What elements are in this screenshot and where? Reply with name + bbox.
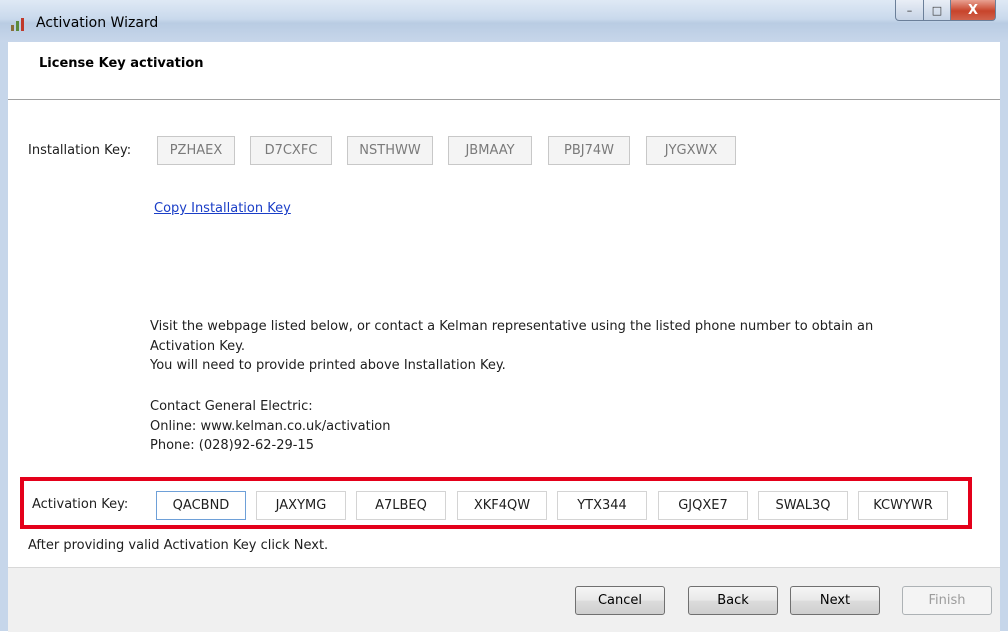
activation-key-input[interactable]: GJQXE7 [658, 491, 748, 520]
info-line: Visit the webpage listed below, or conta… [150, 319, 874, 334]
close-button[interactable]: X [951, 0, 996, 21]
installation-key-box: JYGXWX [646, 136, 736, 165]
activation-key-input[interactable]: XKF4QW [457, 491, 547, 520]
installation-key-box: PZHAEX [157, 136, 235, 165]
activation-wizard-window: Activation Wizard – □ X License Key acti… [0, 0, 1008, 632]
caption-buttons: – □ X [895, 0, 996, 22]
activation-key-input[interactable]: KCWYWR [858, 491, 948, 520]
copy-installation-key-link[interactable]: Copy Installation Key [154, 201, 291, 216]
installation-key-label: Installation Key: [28, 143, 132, 158]
activation-key-input[interactable]: YTX344 [557, 491, 647, 520]
installation-key-box: D7CXFC [250, 136, 332, 165]
wizard-footer: Cancel Back Next Finish [8, 567, 1000, 632]
activation-key-input[interactable]: QACBND [156, 491, 246, 520]
activation-key-input[interactable]: A7LBEQ [356, 491, 446, 520]
activation-key-input[interactable]: JAXYMG [256, 491, 346, 520]
window-frame-right [1000, 42, 1008, 631]
contact-online: Online: www.kelman.co.uk/activation [150, 419, 391, 434]
minimize-icon: – [906, 3, 913, 17]
installation-key-box: NSTHWW [347, 136, 433, 165]
finish-button: Finish [902, 586, 992, 615]
window-title: Activation Wizard [36, 15, 159, 31]
wizard-content: Installation Key: PZHAEX D7CXFC NSTHWW J… [8, 100, 1000, 567]
maximize-button[interactable]: □ [924, 0, 951, 21]
close-icon: X [967, 2, 979, 18]
activation-key-label: Activation Key: [32, 497, 129, 512]
info-line: Activation Key. [150, 339, 246, 354]
contact-heading: Contact General Electric: [150, 399, 313, 414]
activation-hint: After providing valid Activation Key cli… [28, 538, 329, 553]
back-button[interactable]: Back [688, 586, 778, 615]
title-bar[interactable]: Activation Wizard – □ X [0, 0, 1008, 42]
minimize-button[interactable]: – [895, 0, 924, 21]
contact-phone: Phone: (028)92-62-29-15 [150, 438, 314, 453]
page-title: License Key activation [39, 56, 204, 71]
cancel-button[interactable]: Cancel [575, 586, 665, 615]
activation-key-input[interactable]: SWAL3Q [758, 491, 848, 520]
wizard-header: License Key activation [8, 42, 1000, 100]
app-icon [11, 18, 24, 31]
maximize-icon: □ [931, 3, 943, 17]
info-line: You will need to provide printed above I… [150, 358, 506, 373]
installation-key-box: PBJ74W [548, 136, 630, 165]
window-frame-left [0, 42, 8, 631]
installation-key-box: JBMAAY [448, 136, 532, 165]
next-button[interactable]: Next [790, 586, 880, 615]
